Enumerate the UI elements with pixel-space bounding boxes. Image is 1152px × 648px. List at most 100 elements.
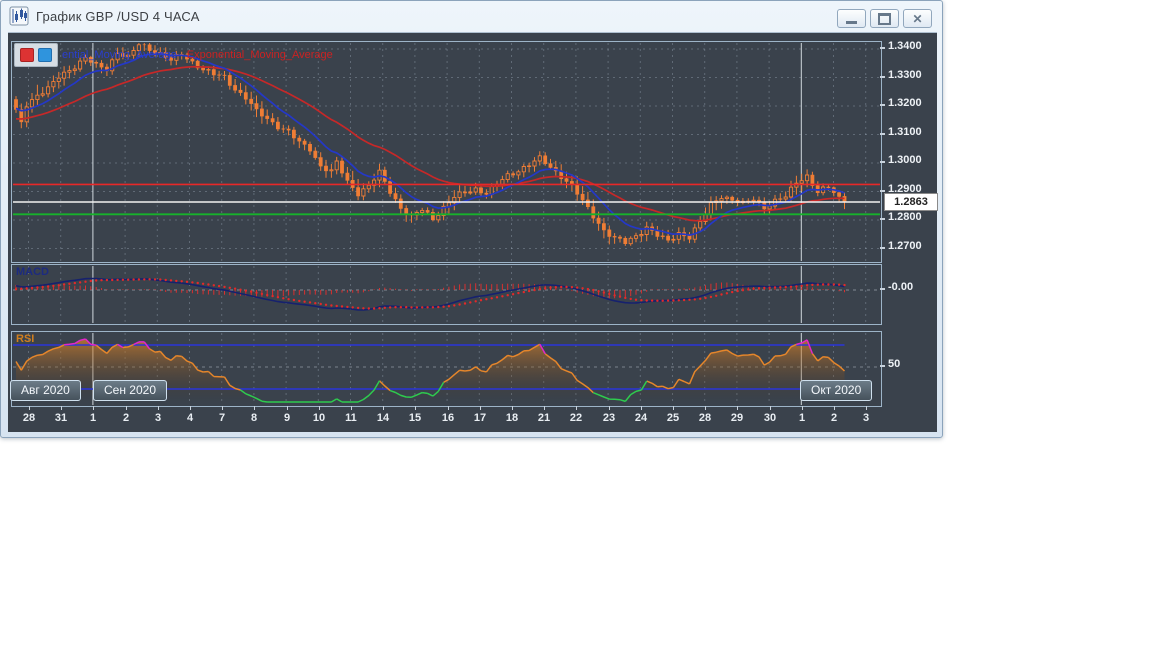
legend-ema-red-label[interactable]: Exponential_Moving_Average [187,49,333,61]
date-axis-label: 11 [345,412,357,424]
axis-tick [126,406,127,410]
macd-chart[interactable] [13,266,880,328]
date-axis-label: 14 [376,412,390,424]
red-swatch-icon [20,48,34,62]
date-axis-label: 30 [763,412,777,424]
minimize-button[interactable] [837,9,866,28]
date-axis-label: 23 [602,412,616,424]
date-axis-label: 28 [22,412,36,424]
axis-tick [29,406,30,410]
macd-label: MACD [16,266,49,278]
axis-tick [880,218,885,220]
axis-tick [254,406,255,410]
date-axis-label: 1 [798,412,806,424]
blue-swatch-icon [38,48,52,62]
axis-tick [880,288,885,290]
date-axis-label: 24 [634,412,648,424]
date-axis-label: 4 [186,412,194,424]
axis-tick [802,406,803,410]
date-axis-label: 8 [250,412,258,424]
axis-tick [880,247,885,249]
axis-tick [576,406,577,410]
axis-tick [93,406,94,410]
indicator-legend: ential_Moving_Average Exponential_Moving… [14,43,333,67]
axis-tick [770,406,771,410]
month-tag-oct[interactable]: Окт 2020 [800,380,873,401]
chart-window: График GBP /USD 4 ЧАСА ✕ ential_Moving_A… [0,0,943,438]
axis-tick [383,406,384,410]
axis-tick [880,365,885,367]
price-panel[interactable]: ential_Moving_Average Exponential_Moving… [11,38,882,266]
macd-panel[interactable]: MACD [11,264,882,325]
axis-tick [866,406,867,410]
date-axis-label: 2 [830,412,838,424]
date-axis-label: 3 [154,412,162,424]
date-axis-label: 17 [473,412,487,424]
axis-tick [705,406,706,410]
title-bar[interactable]: График GBP /USD 4 ЧАСА ✕ [1,1,942,31]
axis-tick [222,406,223,410]
price-axis-label: 1.3000 [888,154,922,166]
axis-tick [880,161,885,163]
date-axis-label: 28 [698,412,712,424]
date-axis-label: 1 [89,412,97,424]
date-axis-label: 9 [283,412,291,424]
price-axis-label: 1.3200 [888,97,922,109]
axis-tick [287,406,288,410]
date-axis-label: 2 [122,412,130,424]
maximize-button[interactable] [870,9,899,28]
date-axis-label: 22 [569,412,583,424]
rsi-label: RSI [16,333,35,345]
desktop: График GBP /USD 4 ЧАСА ✕ ential_Moving_A… [0,0,1152,648]
minimize-icon [846,20,857,24]
axis-tick [319,406,320,410]
price-axis-label: 1.3100 [888,126,922,138]
axis-tick [834,406,835,410]
month-tag-sep[interactable]: Сен 2020 [93,380,167,401]
axis-tick [880,104,885,106]
time-axis[interactable]: 28 31 1 2 3 4 7 8 9 10 11 14 15 16 17 18 21 22 23 24 25 28 29 3… [11,406,880,431]
maximize-icon [878,12,891,25]
month-tag-aug[interactable]: Авг 2020 [10,380,81,401]
price-chart[interactable] [13,38,880,266]
date-axis-label: 25 [666,412,680,424]
axis-tick [158,406,159,410]
date-axis-label: 3 [862,412,870,424]
axis-tick [61,406,62,410]
price-axis: 1.3400 1.3300 1.3200 1.3100 1.3000 1.2900 1.28… [880,33,938,408]
candlestick-chart-icon [9,6,29,26]
date-axis-label: 18 [505,412,519,424]
legend-ema-blue-label[interactable]: ential_Moving_Average [62,49,177,61]
date-axis-label: 7 [218,412,226,424]
axis-tick [544,406,545,410]
axis-tick [351,406,352,410]
axis-tick [480,406,481,410]
axis-tick [512,406,513,410]
axis-tick [737,406,738,410]
macd-axis-label: -0.00 [888,281,914,293]
legend-swatches[interactable] [14,43,58,67]
current-price-box: 1.2863 [884,193,938,211]
price-axis-label: 1.3300 [888,69,922,81]
date-axis-label: 21 [537,412,551,424]
price-axis-label: 1.2700 [888,240,922,252]
close-icon: ✕ [912,11,923,26]
axis-tick [880,133,885,135]
axis-tick [880,76,885,78]
axis-tick [880,47,885,49]
axis-tick [190,406,191,410]
axis-tick [673,406,674,410]
price-axis-label: 1.2800 [888,211,922,223]
date-axis-label: 31 [54,412,68,424]
price-axis-label: 1.3400 [888,40,922,52]
date-axis-label: 16 [441,412,455,424]
date-axis-label: 29 [730,412,744,424]
date-axis-label: 10 [312,412,326,424]
close-button[interactable]: ✕ [903,9,932,28]
chart-client-area: ential_Moving_Average Exponential_Moving… [8,32,938,432]
axis-tick [880,190,885,192]
date-axis-label: 15 [408,412,422,424]
axis-tick [415,406,416,410]
axis-tick [609,406,610,410]
rsi-axis-label: 50 [888,358,901,370]
